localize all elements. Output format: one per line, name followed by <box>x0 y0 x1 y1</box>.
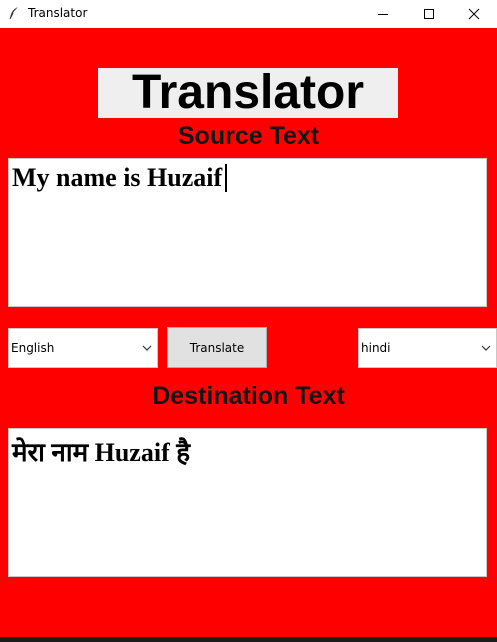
minimize-icon <box>378 14 388 15</box>
destination-text-label: Destination Text <box>152 382 345 410</box>
destination-text-output[interactable]: मेरा नाम Huzaif है <box>8 428 487 577</box>
translate-button[interactable]: Translate <box>167 327 267 368</box>
chevron-down-icon <box>481 345 491 351</box>
close-button[interactable] <box>451 0 497 28</box>
window-titlebar: Translator <box>0 0 497 28</box>
destination-language-select[interactable]: hindi <box>358 328 497 368</box>
maximize-button[interactable] <box>406 0 452 28</box>
source-text-input[interactable]: My name is Huzaif <box>8 158 487 307</box>
source-language-select[interactable]: English <box>8 328 158 368</box>
bottom-edge <box>0 637 497 642</box>
source-text-value: My name is Huzaif <box>12 163 223 192</box>
feather-icon <box>9 7 18 20</box>
text-cursor <box>225 164 228 192</box>
window-title: Translator <box>28 6 88 20</box>
source-text-label: Source Text <box>177 122 320 150</box>
app-heading: Translator <box>98 68 398 118</box>
destination-text-value: मेरा नाम Huzaif है <box>12 438 191 467</box>
close-icon <box>468 8 480 20</box>
chevron-down-icon <box>142 345 152 351</box>
source-language-value: English <box>11 341 55 355</box>
destination-language-value: hindi <box>361 341 391 355</box>
maximize-icon <box>424 9 434 19</box>
minimize-button[interactable] <box>360 0 406 28</box>
